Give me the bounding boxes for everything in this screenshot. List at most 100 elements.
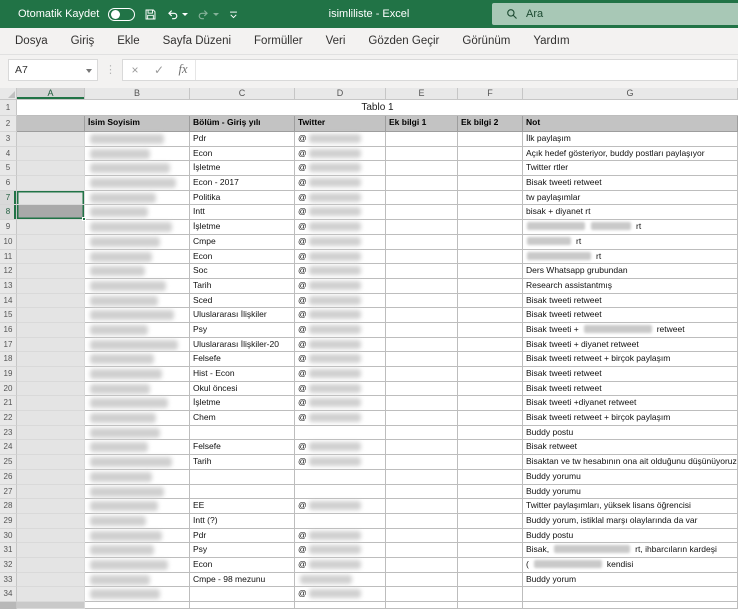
cell-name[interactable] [85, 440, 190, 455]
cell-note[interactable]: Bisak tweeti +retweet [523, 323, 738, 338]
cell-extra2[interactable] [458, 602, 523, 609]
cell-note[interactable]: Buddy yorum [523, 573, 738, 588]
cell-a[interactable] [17, 440, 85, 455]
cell-extra1[interactable] [386, 529, 458, 544]
save-icon[interactable] [144, 8, 157, 21]
cell-twitter[interactable] [295, 470, 386, 485]
cell-twitter[interactable]: @ [295, 235, 386, 250]
cell-extra1[interactable] [386, 485, 458, 500]
cell-extra2[interactable] [458, 191, 523, 206]
cell-department[interactable]: Econ [190, 558, 295, 573]
cell-a[interactable] [17, 485, 85, 500]
formula-input[interactable] [195, 60, 737, 80]
cell-extra2[interactable] [458, 382, 523, 397]
cell-department[interactable]: Uluslararası İlişkiler-20 [190, 338, 295, 353]
cell-a[interactable] [17, 161, 85, 176]
cell-note[interactable] [523, 602, 738, 609]
cell-twitter[interactable]: @ [295, 308, 386, 323]
cell-extra2[interactable] [458, 352, 523, 367]
cell-twitter[interactable]: @ [295, 411, 386, 426]
cell-a[interactable] [17, 250, 85, 265]
cell-department[interactable]: Sced [190, 294, 295, 309]
row-header-33[interactable]: 33 [0, 573, 17, 588]
cell-note[interactable]: rt [523, 235, 738, 250]
row-header-20[interactable]: 20 [0, 382, 17, 397]
cell-a[interactable] [17, 132, 85, 147]
cell-twitter[interactable]: @ [295, 176, 386, 191]
row-header-22[interactable]: 22 [0, 411, 17, 426]
cell-extra2[interactable] [458, 543, 523, 558]
undo-dropdown-caret[interactable] [182, 13, 188, 16]
row-header-1[interactable]: 1 [0, 100, 17, 116]
cell-note[interactable]: tw paylaşımlar [523, 191, 738, 206]
cell-a[interactable] [17, 455, 85, 470]
cell-name[interactable] [85, 147, 190, 162]
header-cell-department[interactable]: Bölüm - Giriş yılı [190, 116, 295, 132]
cell-extra2[interactable] [458, 411, 523, 426]
cell-name[interactable] [85, 573, 190, 588]
cell-department[interactable] [190, 426, 295, 441]
cell-department[interactable]: Uluslararası İlişkiler [190, 308, 295, 323]
cell-extra2[interactable] [458, 308, 523, 323]
cell-extra1[interactable] [386, 308, 458, 323]
cell-note[interactable]: rt [523, 250, 738, 265]
cell-department[interactable] [190, 587, 295, 602]
cell-twitter[interactable]: @ [295, 264, 386, 279]
row-header-15[interactable]: 15 [0, 308, 17, 323]
undo-icon[interactable] [166, 8, 188, 21]
cell-department[interactable]: İşletme [190, 161, 295, 176]
header-cell-extra1[interactable]: Ek bilgi 1 [386, 116, 458, 132]
column-header-e[interactable]: E [386, 88, 458, 99]
cell-department[interactable]: İşletme [190, 396, 295, 411]
cell-name[interactable] [85, 205, 190, 220]
ribbon-tab-formuller[interactable]: Formüller [254, 35, 303, 47]
cell-note[interactable]: Buddy postu [523, 426, 738, 441]
cell-department[interactable]: Okul öncesi [190, 382, 295, 397]
row-header-31[interactable]: 31 [0, 543, 17, 558]
row-header-26[interactable]: 26 [0, 470, 17, 485]
cell-extra1[interactable] [386, 514, 458, 529]
cell-twitter[interactable] [295, 573, 386, 588]
cell-extra2[interactable] [458, 279, 523, 294]
cell-extra1[interactable] [386, 279, 458, 294]
cell-department[interactable]: Cmpe [190, 235, 295, 250]
cell-name[interactable] [85, 587, 190, 602]
cell-department[interactable] [190, 602, 295, 609]
cell-extra1[interactable] [386, 235, 458, 250]
cell-twitter[interactable]: @ [295, 205, 386, 220]
cell-twitter[interactable]: @ [295, 543, 386, 558]
row-header-16[interactable]: 16 [0, 323, 17, 338]
cell-note[interactable]: Bisak tweeti retweet [523, 382, 738, 397]
cell-name[interactable] [85, 514, 190, 529]
cell-extra1[interactable] [386, 426, 458, 441]
cell-extra1[interactable] [386, 543, 458, 558]
ribbon-tab-gozden-gecir[interactable]: Gözden Geçir [368, 35, 439, 47]
row-header-21[interactable]: 21 [0, 396, 17, 411]
cell-note[interactable]: Bisak tweeti + diyanet retweet [523, 338, 738, 353]
cell-name[interactable] [85, 264, 190, 279]
cell-note[interactable]: bisak + diyanet rt [523, 205, 738, 220]
cell-a[interactable] [17, 396, 85, 411]
cell-extra2[interactable] [458, 147, 523, 162]
cell-note[interactable]: Açık hedef gösteriyor, buddy postları pa… [523, 147, 738, 162]
cell-name[interactable] [85, 176, 190, 191]
cell-twitter[interactable]: @ [295, 499, 386, 514]
cell-extra2[interactable] [458, 161, 523, 176]
cell-department[interactable]: Tarih [190, 279, 295, 294]
cell-extra2[interactable] [458, 440, 523, 455]
cell-name[interactable] [85, 558, 190, 573]
cell-name[interactable] [85, 543, 190, 558]
cell-extra1[interactable] [386, 587, 458, 602]
cell-extra1[interactable] [386, 132, 458, 147]
cell-a[interactable] [17, 470, 85, 485]
cell-name[interactable] [85, 352, 190, 367]
table-title-cell[interactable]: Tablo 1 [17, 100, 738, 116]
cell-note[interactable]: Bisak tweeti retweet [523, 367, 738, 382]
cell-twitter[interactable]: @ [295, 587, 386, 602]
cell-extra2[interactable] [458, 396, 523, 411]
cell-note[interactable]: Bisak tweeti retweet [523, 176, 738, 191]
row-header-5[interactable]: 5 [0, 161, 17, 176]
cell-name[interactable] [85, 485, 190, 500]
cell-extra2[interactable] [458, 485, 523, 500]
cell-note[interactable]: Bisak tweeti retweet [523, 308, 738, 323]
